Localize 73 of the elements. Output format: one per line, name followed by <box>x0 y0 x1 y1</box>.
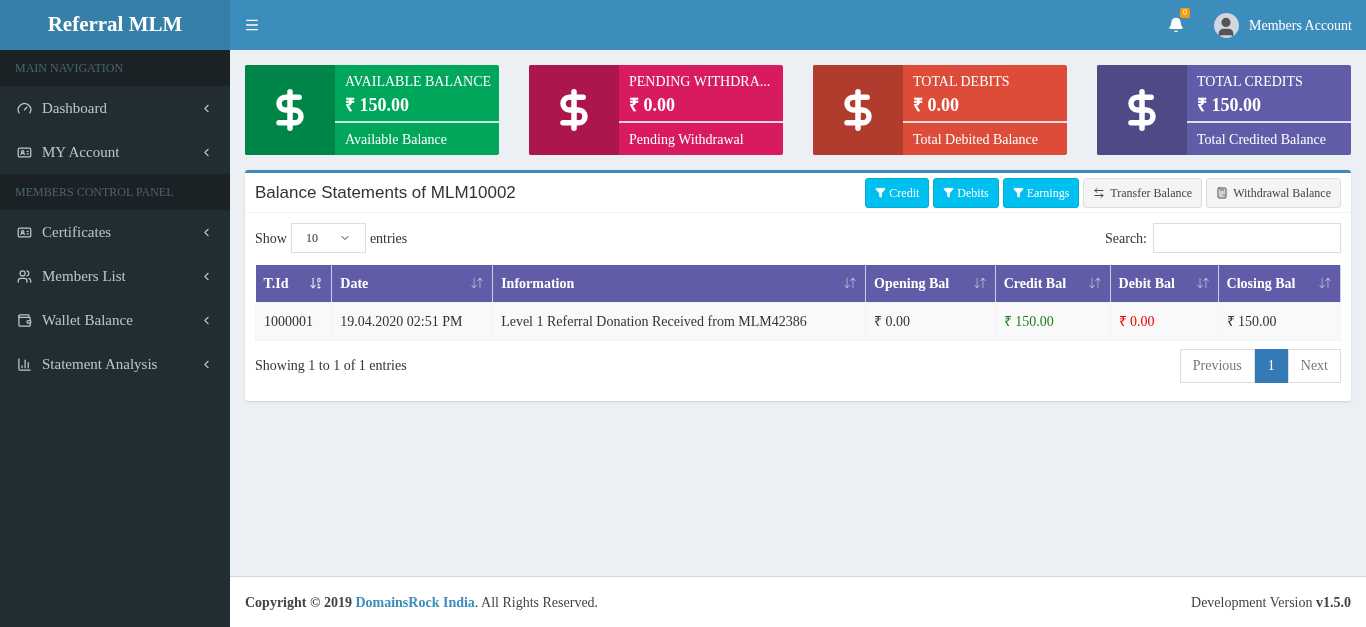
table-cell: ₹ 0.00 <box>865 302 996 340</box>
table-info: Showing 1 to 1 of 1 entries <box>255 357 408 375</box>
company-link[interactable]: DomainsRock India <box>355 594 475 610</box>
info-caption: Total Debited Balance <box>913 131 1039 149</box>
sidebar-item[interactable]: Wallet Balance <box>0 298 230 342</box>
sort-icon <box>972 276 987 291</box>
user-menu[interactable]: Members Account <box>1213 12 1352 38</box>
entries-label: entries <box>369 229 408 248</box>
column-header[interactable]: Date <box>331 265 493 302</box>
search-field[interactable] <box>1153 223 1341 253</box>
info-caption: Available Balance <box>345 131 448 149</box>
filter-icon <box>943 187 955 198</box>
info-title: TOTAL DEBITS <box>913 73 1011 91</box>
info-title: TOTAL CREDITS <box>1197 73 1304 91</box>
filter-icon <box>875 187 887 198</box>
users-icon <box>17 268 32 284</box>
info-caption: Pending Withdrawal <box>629 131 745 149</box>
wallet-icon <box>17 312 32 328</box>
info-title: PENDING WITHDRA... <box>629 73 772 91</box>
id-card-icon <box>17 144 32 160</box>
info-amount: ₹ 0.00 <box>913 94 960 117</box>
sidebar-item[interactable]: MY Account <box>0 130 230 174</box>
pagination-button[interactable]: 1 <box>1254 348 1288 383</box>
search-label: Search: <box>1105 229 1147 248</box>
column-header[interactable]: T.Id <box>255 265 332 302</box>
sort-ascending-icon <box>309 276 324 291</box>
column-header[interactable]: Information <box>492 265 866 302</box>
info-amount: ₹ 0.00 <box>629 94 676 117</box>
pagination-button[interactable]: Previous <box>1179 348 1255 383</box>
info-amount: ₹ 150.00 <box>1197 94 1262 117</box>
version-text: Development Version v1.5.0 <box>1191 593 1351 612</box>
sidebar-item[interactable]: Statement Analysis <box>0 342 230 386</box>
info-caption: Total Credited Balance <box>1197 131 1327 149</box>
brand-logo[interactable]: Referral MLM <box>0 0 230 50</box>
sort-icon <box>1195 276 1210 291</box>
table-cell: ₹ 150.00 <box>995 302 1111 340</box>
show-label: Show <box>255 229 287 248</box>
arrows-icon <box>1093 186 1106 199</box>
column-header[interactable]: Debit Bal <box>1110 265 1219 302</box>
column-header[interactable]: Credit Bal <box>995 265 1111 302</box>
table-cell: ₹ 0.00 <box>1110 302 1219 340</box>
table-cell: Level 1 Referral Donation Received from MLM42386 <box>492 302 866 340</box>
table-cell: 1000001 <box>255 302 332 340</box>
table-cell: ₹ 150.00 <box>1218 302 1341 340</box>
bar-chart-icon <box>17 356 32 372</box>
sidebar-item[interactable]: Certificates <box>0 210 230 254</box>
sort-icon <box>470 276 485 291</box>
pagination-button[interactable]: Next <box>1287 348 1341 383</box>
gauge-icon <box>17 100 32 116</box>
notification-count: 0 <box>1179 8 1190 18</box>
calculator-icon <box>1216 186 1229 199</box>
avatar-icon <box>1213 12 1239 38</box>
action-button[interactable]: Transfer Balance <box>1083 177 1203 208</box>
section-heading: MAIN NAVIGATION <box>0 50 230 86</box>
sidebar-item[interactable]: Members List <box>0 254 230 298</box>
column-header[interactable]: Opening Bal <box>865 265 996 302</box>
sort-icon <box>843 276 858 291</box>
sort-icon <box>1087 276 1102 291</box>
bell-icon[interactable] <box>1167 17 1184 33</box>
info-title: AVAILABLE BALANCE <box>345 73 493 91</box>
column-header[interactable]: Closing Bal <box>1218 265 1341 302</box>
sidebar-item[interactable]: Dashboard <box>0 86 230 130</box>
page-size-select[interactable]: 10 <box>290 223 366 253</box>
table-cell: 19.04.2020 02:51 PM <box>331 302 493 340</box>
filter-icon <box>1012 187 1024 198</box>
sort-icon <box>1318 276 1332 291</box>
section-heading: MEMBERS CONTROL PANEL <box>0 174 230 210</box>
action-button[interactable]: Withdrawal Balance <box>1206 177 1341 208</box>
menu-icon[interactable] <box>244 17 260 33</box>
id-card-icon <box>17 224 32 240</box>
panel-title: Balance Statements of MLM10002 <box>255 181 517 204</box>
copyright-text: Copyright © 2019 DomainsRock India. All Rights Reserved. <box>245 593 600 612</box>
info-amount: ₹ 150.00 <box>345 94 410 117</box>
